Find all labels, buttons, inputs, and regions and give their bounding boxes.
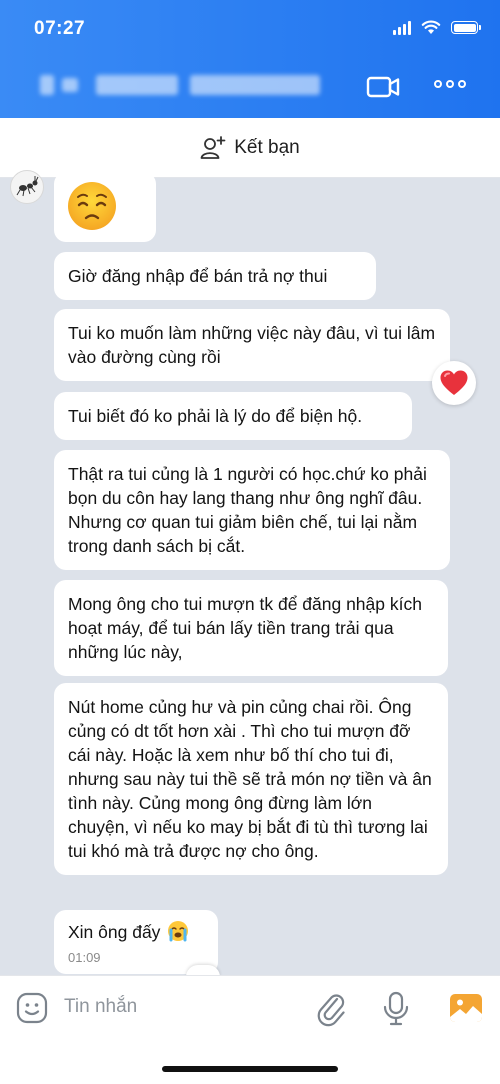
crying-face-emoji	[168, 921, 189, 942]
pleading-face-emoji	[68, 182, 116, 230]
message-time: 01:09	[68, 950, 101, 965]
blurred-contact-name	[190, 75, 320, 95]
video-call-icon[interactable]	[366, 74, 400, 100]
message-bubble[interactable]: Nút home củng hư và pin củng chai rồi. Ô…	[54, 683, 448, 875]
chat-header: 07:27	[0, 0, 500, 118]
message-input[interactable]: Tin nhắn	[64, 996, 137, 1018]
message-text: Nút home củng hư và pin củng chai rồi. Ô…	[68, 697, 432, 861]
blurred-contact-name	[62, 78, 78, 92]
message-text: Tui biết đó ko phải là lý do để biện hộ.	[68, 406, 363, 426]
message-input-bar: Tin nhắn	[0, 975, 500, 1084]
heart-reaction[interactable]	[432, 361, 476, 405]
add-friend-icon	[200, 135, 226, 159]
battery-icon	[451, 21, 481, 34]
message-bubble[interactable]	[54, 172, 156, 242]
message-text: Giờ đăng nhập để bán trả nợ thui	[68, 266, 328, 286]
home-indicator	[162, 1066, 338, 1072]
status-icons	[393, 20, 481, 35]
heart-icon	[440, 370, 468, 395]
message-text: Thật ra tui củng là 1 người có học.chứ k…	[68, 464, 427, 556]
blurred-contact-name	[96, 75, 178, 95]
message-text: Mong ông cho tui mượn tk để đăng nhập kí…	[68, 594, 422, 662]
ant-avatar-icon	[16, 176, 39, 197]
add-friend-label: Kết bạn	[234, 136, 300, 158]
message-text: Xin ông đấy	[68, 922, 161, 942]
microphone-icon[interactable]	[380, 990, 412, 1028]
contact-avatar[interactable]	[10, 170, 44, 204]
message-bubble[interactable]: Thật ra tui củng là 1 người có học.chứ k…	[54, 450, 450, 570]
blurred-contact-name	[40, 75, 54, 95]
message-bubble[interactable]: Xin ông đấy 01:09	[54, 910, 218, 974]
status-time: 07:27	[34, 18, 86, 39]
message-bubble[interactable]: Giờ đăng nhập để bán trả nợ thui	[54, 252, 376, 300]
image-icon[interactable]	[448, 990, 484, 1026]
add-friend-button[interactable]: Kết bạn	[0, 118, 500, 178]
more-options-icon[interactable]	[434, 80, 466, 88]
message-text: Tui ko muốn làm những việc này đâu, vì t…	[68, 323, 436, 367]
sticker-icon[interactable]	[14, 990, 50, 1026]
attachment-icon[interactable]	[315, 990, 349, 1028]
wifi-icon	[421, 20, 441, 34]
message-bubble[interactable]: Tui ko muốn làm những việc này đâu, vì t…	[54, 309, 450, 381]
message-bubble[interactable]: Tui biết đó ko phải là lý do để biện hộ.	[54, 392, 412, 440]
cellular-signal-icon	[393, 20, 411, 35]
message-bubble[interactable]: Mong ông cho tui mượn tk để đăng nhập kí…	[54, 580, 448, 676]
